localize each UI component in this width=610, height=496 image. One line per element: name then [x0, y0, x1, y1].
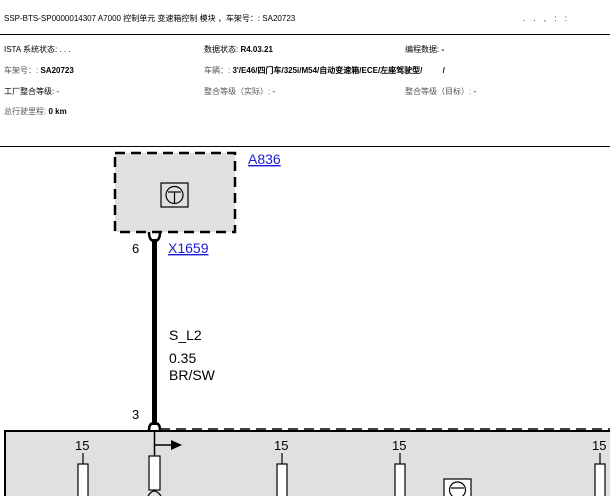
vehicle-value: 3'/E46/四门车/325i/M54/自动变速箱/ECE/左座驾驶型/: [232, 66, 423, 75]
vin-value: SA20723: [40, 66, 74, 75]
terminal-15-label-1: 15: [75, 438, 89, 453]
wire-size-label: 0.35: [169, 350, 196, 366]
actual-label: 整合等级（实际）:: [204, 87, 273, 96]
vin-label: 车架号：:: [4, 66, 41, 75]
target-label: 整合等级（目标）:: [405, 87, 474, 96]
actual-level: 整合等级（实际）: -: [204, 87, 275, 97]
data-status-label: 数据状态:: [204, 45, 241, 54]
component-id-link[interactable]: A836: [248, 151, 281, 167]
connector-id-link[interactable]: X1659: [168, 240, 209, 256]
connector-bottom-pin-icon: [147, 421, 162, 431]
actual-value: -: [272, 87, 276, 96]
mileage-value: 0 km: [48, 107, 67, 116]
data-status-value: R4.03.21: [240, 45, 273, 54]
target-value: -: [473, 87, 477, 96]
vehicle-label: 车辆：:: [204, 66, 233, 75]
wire-color-label: BR/SW: [169, 367, 216, 383]
page-title: SSP-BTS-SP0000014307 A7000 控制单元 变速箱控制 模块…: [4, 14, 296, 23]
terminal-15-label-3: 15: [392, 438, 406, 453]
programming-data: 编程数据: -: [405, 45, 444, 55]
lower-module-box[interactable]: [4, 430, 610, 496]
ground-symbol-icon: [443, 478, 472, 496]
factory-level: 工厂整合等级: -: [4, 87, 59, 97]
vin-row: 车架号：: SA20723: [4, 66, 74, 76]
factory-value: -: [56, 87, 60, 96]
ista-label: ISTA 系统状态:: [4, 45, 60, 54]
terminal-15-label-4: 15: [592, 438, 606, 453]
header-rule-top: [0, 34, 610, 35]
header-dots: . . , : :: [523, 14, 571, 23]
pin-bottom-label: 3: [132, 407, 139, 422]
ista-value: . . .: [59, 45, 71, 54]
terminal-15-label-2: 15: [274, 438, 288, 453]
ista-status: ISTA 系统状态: . . .: [4, 45, 71, 55]
mileage-label: 总行驶里程:: [4, 107, 49, 116]
factory-label: 工厂整合等级:: [4, 87, 57, 96]
wire-name-label: S_L2: [169, 327, 202, 343]
target-level: 整合等级（目标）: -: [405, 87, 476, 97]
mileage-row: 总行驶里程: 0 km: [4, 107, 67, 117]
data-status: 数据状态: R4.03.21: [204, 45, 273, 55]
programming-value: -: [441, 45, 445, 54]
pin-top-label: 6: [132, 241, 139, 256]
wiring-diagram: A836 6 X1659 S_L2 0.35 BR/SW 3 15 15 15 …: [4, 151, 610, 496]
vehicle-suffix: /: [442, 66, 445, 75]
resistor-main: [148, 455, 161, 491]
programming-label: 编程数据:: [405, 45, 442, 54]
vehicle-row: 车辆：: 3'/E46/四门车/325i/M54/自动变速箱/ECE/左座驾驶型…: [204, 66, 445, 76]
